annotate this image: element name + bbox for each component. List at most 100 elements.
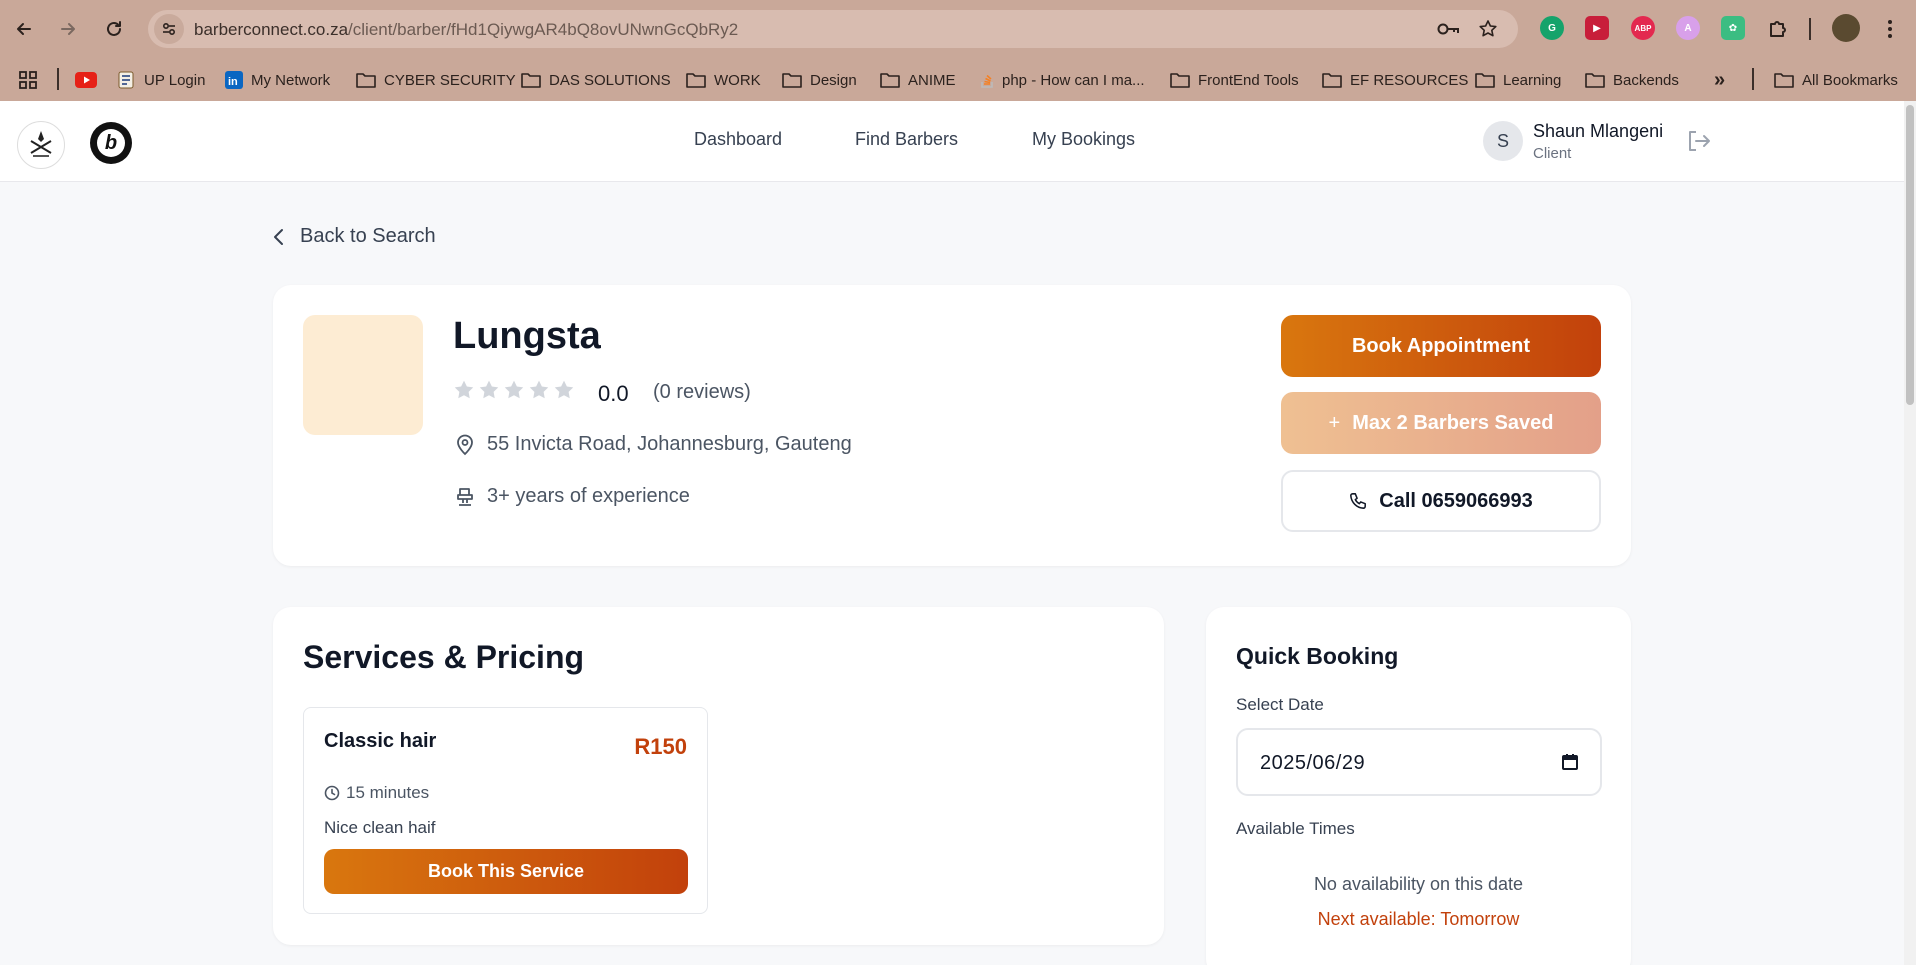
stackoverflow-icon xyxy=(981,74,993,88)
star-icon xyxy=(504,380,524,399)
bookmark-separator xyxy=(1752,68,1754,90)
nav-dashboard[interactable]: Dashboard xyxy=(694,129,782,150)
service-price: R150 xyxy=(634,734,687,759)
barber-experience: 3+ years of experience xyxy=(455,485,690,508)
overflow-label: » xyxy=(1714,68,1726,91)
folder-icon xyxy=(521,73,541,88)
barber-address: 55 Invicta Road, Johannesburg, Gauteng xyxy=(455,433,852,456)
video-ext-icon[interactable]: ▶ xyxy=(1585,16,1609,40)
bookmark-label: Learning xyxy=(1503,71,1562,89)
folder-icon xyxy=(880,73,900,88)
bookmark-das-solutions[interactable]: DAS SOLUTIONS xyxy=(521,68,671,92)
bookmark-design[interactable]: Design xyxy=(782,68,857,92)
bookmarks-overflow-chevron-icon[interactable]: » xyxy=(1714,68,1725,92)
bookmark-label: WORK xyxy=(714,71,761,89)
user-name: Shaun Mlangeni xyxy=(1533,121,1664,141)
bookmark-learning[interactable]: Learning xyxy=(1475,68,1561,92)
user-avatar[interactable]: S xyxy=(1483,121,1523,161)
bookmark-backends[interactable]: Backends xyxy=(1585,68,1679,92)
duration-text: 15 minutes xyxy=(346,783,430,802)
service-name: Classic hair xyxy=(324,730,437,752)
site-settings-icon[interactable] xyxy=(154,14,184,44)
page-scrollbar[interactable] xyxy=(1904,101,1916,965)
browser-chrome: barberconnect.co.za/client/barber/fHd1Qi… xyxy=(0,0,1916,101)
bookmark-ef-resources[interactable]: EF RESOURCES xyxy=(1322,68,1468,92)
bookmark-star-icon[interactable] xyxy=(1478,19,1498,44)
address-bar[interactable]: barberconnect.co.za/client/barber/fHd1Qi… xyxy=(148,10,1518,48)
url-host: barberconnect.co.za xyxy=(194,20,349,39)
bookmark-cyber-security[interactable]: CYBER SECURITY xyxy=(356,68,516,92)
back-to-search-link[interactable]: Back to Search xyxy=(272,225,436,248)
abp-text: ABP xyxy=(1634,23,1652,33)
barberconnect-logo[interactable] xyxy=(17,121,65,169)
adblock-plus-icon[interactable]: ABP xyxy=(1631,16,1655,40)
bookmark-label: Design xyxy=(810,71,857,89)
bookmark-frontend-tools[interactable]: FrontEnd Tools xyxy=(1170,68,1299,92)
apps-grid-icon[interactable] xyxy=(18,68,38,92)
bookmark-label: EF RESOURCES xyxy=(1350,71,1469,89)
bookmark-anime[interactable]: ANIME xyxy=(880,68,956,92)
folder-icon xyxy=(686,73,706,88)
date-input[interactable]: 2025/06/29 xyxy=(1236,728,1602,796)
service-item: Classic hair R150 15 minutes Nice clean … xyxy=(303,707,708,914)
nav-find-barbers[interactable]: Find Barbers xyxy=(855,129,958,150)
barber-name: Lungsta xyxy=(453,315,601,357)
star-icon xyxy=(529,380,549,399)
book-appointment-button[interactable]: Book Appointment xyxy=(1281,315,1601,377)
menu-kebab-icon[interactable] xyxy=(1874,13,1906,45)
extensions-puzzle-icon[interactable] xyxy=(1766,16,1790,40)
nav-my-bookings[interactable]: My Bookings xyxy=(1032,129,1135,150)
barber-chair-icon xyxy=(457,487,473,506)
all-bookmarks[interactable]: All Bookmarks xyxy=(1774,68,1898,92)
bookmark-up-login[interactable]: UP Login xyxy=(116,68,205,92)
services-card: Services & Pricing Classic hair R150 15 … xyxy=(273,607,1164,945)
bookmark-php-question[interactable]: php - How can I ma... xyxy=(980,68,1145,92)
folder-icon xyxy=(1170,73,1190,88)
reload-icon[interactable] xyxy=(98,13,130,45)
call-button[interactable]: Call 0659066993 xyxy=(1281,470,1601,532)
forward-arrow-icon[interactable] xyxy=(52,13,84,45)
plus-icon: + xyxy=(1328,411,1341,434)
brand-b-logo[interactable]: b xyxy=(90,122,132,164)
university-crest-icon xyxy=(118,71,134,89)
address-text: 55 Invicta Road, Johannesburg, Gauteng xyxy=(487,433,852,455)
user-role: Client xyxy=(1533,145,1572,162)
clock-icon xyxy=(324,785,340,801)
rating-stars xyxy=(453,379,575,401)
logout-icon[interactable] xyxy=(1686,129,1712,158)
password-key-icon[interactable] xyxy=(1436,19,1460,44)
quick-booking-title: Quick Booking xyxy=(1236,643,1399,669)
url-text[interactable]: barberconnect.co.za/client/barber/fHd1Qi… xyxy=(194,20,738,40)
next-available-link[interactable]: Next available: Tomorrow xyxy=(1206,909,1631,930)
quick-booking-card: Quick Booking Select Date 2025/06/29 Ava… xyxy=(1206,607,1631,965)
barber-profile-card: Lungsta 0.0 (0 reviews) 55 Invicta Road,… xyxy=(273,285,1631,566)
youtube-icon[interactable] xyxy=(75,68,97,92)
experience-text: 3+ years of experience xyxy=(487,485,690,507)
chatgpt-ext-icon[interactable]: ✿ xyxy=(1721,16,1745,40)
app-header: b Dashboard Find Barbers My Bookings S S… xyxy=(0,101,1904,182)
date-value: 2025/06/29 xyxy=(1260,752,1366,774)
bookmark-work[interactable]: WORK xyxy=(686,68,761,92)
max-barbers-saved-button[interactable]: + Max 2 Barbers Saved xyxy=(1281,392,1601,454)
folder-icon xyxy=(1322,73,1342,88)
back-arrow-icon[interactable] xyxy=(8,13,40,45)
bookmark-label: DAS SOLUTIONS xyxy=(549,71,671,89)
calendar-icon[interactable] xyxy=(1560,752,1580,777)
rating-value: 0.0 xyxy=(598,381,629,406)
book-this-service-button[interactable]: Book This Service xyxy=(324,849,688,894)
profile-avatar[interactable] xyxy=(1832,14,1860,42)
select-date-label: Select Date xyxy=(1236,695,1324,714)
available-times-label: Available Times xyxy=(1236,819,1355,838)
grammarly-icon[interactable]: G xyxy=(1540,16,1564,40)
bookmark-label: UP Login xyxy=(144,71,206,89)
scroll-thumb[interactable] xyxy=(1906,105,1914,405)
folder-icon xyxy=(356,73,376,88)
toolbar-separator xyxy=(1809,18,1811,40)
location-pin-icon xyxy=(457,434,473,455)
call-label: Call 0659066993 xyxy=(1379,489,1533,512)
service-description: Nice clean haif xyxy=(324,818,436,837)
phone-icon xyxy=(1350,493,1367,509)
bookmark-separator xyxy=(57,68,59,90)
bookmark-my-network[interactable]: in My Network xyxy=(225,68,330,92)
angular-ext-icon[interactable]: A xyxy=(1676,16,1700,40)
